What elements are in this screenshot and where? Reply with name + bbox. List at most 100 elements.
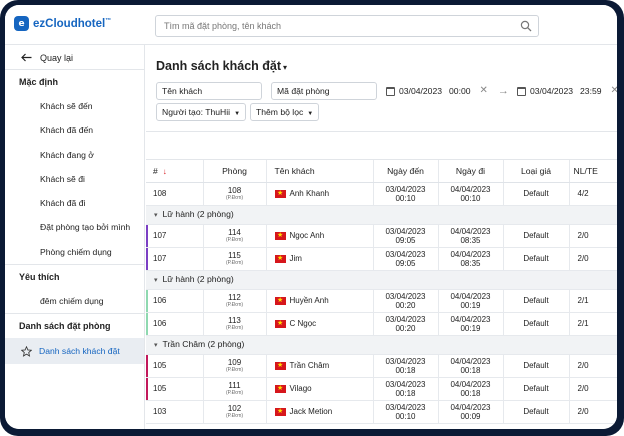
cell-departure: 04/04/2023 08:35	[438, 247, 504, 271]
cell-guest[interactable]: C Ngọc	[266, 312, 374, 336]
close-icon[interactable]: ✕	[611, 82, 617, 100]
vietnam-flag-icon	[274, 188, 286, 198]
cell-arrival: 03/04/2023 00:18	[373, 354, 439, 378]
guest-name-filter[interactable]: Tên khách	[156, 82, 262, 100]
logo[interactable]: e ezCloudhotel™	[14, 16, 111, 31]
to-time[interactable]: 23:59	[580, 82, 602, 100]
sidebar-item-label: Danh sách khách đặt	[39, 346, 120, 357]
cell-rate: Default	[503, 377, 570, 401]
top-bar: e ezCloudhotel™	[5, 5, 617, 45]
column-header-arrival[interactable]: Ngày đến	[373, 160, 439, 183]
column-header-pax[interactable]: NL/TE	[569, 160, 617, 183]
cell-departure: 04/04/2023 00:19	[438, 312, 504, 336]
cell-id: 107	[146, 224, 204, 248]
booking-code-filter[interactable]: Mã đặt phòng	[271, 82, 377, 100]
cell-guest[interactable]: Anh Khanh	[266, 182, 374, 206]
cell-pax: 4/2	[569, 182, 617, 206]
cell-room: 108 (P.Đơn)	[203, 182, 267, 206]
caret-down-icon: ▼	[234, 111, 241, 117]
cell-pax: 2/0	[569, 400, 617, 424]
table-row[interactable]: 103102(P.Đơn)Jack Metion03/04/202300:100…	[146, 400, 617, 424]
cell-pax: 2/0	[569, 224, 617, 248]
back-button[interactable]: Quay lại	[5, 46, 144, 70]
sidebar-item-departing[interactable]: Khách sẽ đi	[5, 167, 144, 191]
cell-guest[interactable]: Vilago	[266, 377, 374, 401]
cell-pax: 2/0	[569, 354, 617, 378]
group-row[interactable]: ▾ Lữ hành (2 phòng)	[146, 270, 617, 290]
sidebar-group-booking-list: Danh sách đặt phòng	[19, 321, 111, 332]
cell-pax: 2/0	[569, 377, 617, 401]
sidebar-item-occupied-nights[interactable]: đêm chiếm dụng	[5, 289, 144, 313]
chevron-down-icon[interactable]: ▾	[154, 277, 158, 284]
cell-pax: 2/1	[569, 289, 617, 313]
from-datetime[interactable]: 03/04/2023 00:00 ✕ →	[386, 82, 509, 100]
back-label: Quay lại	[40, 52, 74, 63]
search-box[interactable]	[155, 15, 539, 37]
cell-rate: Default	[503, 224, 570, 248]
table-row[interactable]: 106112(P.Đơn)Huyền Anh03/04/202300:2004/…	[146, 289, 617, 313]
cell-guest[interactable]: Jack Metion	[266, 400, 374, 424]
vietnam-flag-icon	[274, 383, 286, 393]
booking-table: # ↓ Phòng Tên khách Ngày đến Ngày đi Loại…	[146, 160, 617, 424]
vietnam-flag-icon	[274, 253, 286, 263]
cell-guest[interactable]: Huyền Anh	[266, 289, 374, 313]
table-row[interactable]: 107114(P.Đơn)Ngọc Anh03/04/202309:0504/0…	[146, 224, 617, 248]
table-row[interactable]: 107115(P.Đơn)Jim03/04/202309:0504/04/202…	[146, 247, 617, 271]
cell-rate: Default	[503, 289, 570, 313]
group-row[interactable]: ▾ Trần Châm (2 phòng)	[146, 335, 617, 355]
table-row[interactable]: 105111(P.Đơn)Vilago03/04/202300:1804/04/…	[146, 377, 617, 401]
close-icon[interactable]: ✕	[480, 82, 488, 100]
from-date[interactable]: 03/04/2023	[399, 82, 442, 100]
table-row[interactable]: 106113(P.Đơn)C Ngọc03/04/202300:2004/04/…	[146, 312, 617, 336]
cell-arrival: 03/04/2023 00:20	[373, 312, 439, 336]
sidebar-item-occupied-rooms[interactable]: Phòng chiếm dụng	[5, 240, 144, 264]
sort-down-icon[interactable]: ↓	[163, 167, 167, 176]
to-date[interactable]: 03/04/2023	[530, 82, 573, 100]
sidebar-item-departed[interactable]: Khách đã đi	[5, 191, 144, 215]
cell-guest[interactable]: Trần Châm	[266, 354, 374, 378]
arrow-left-icon	[21, 53, 32, 62]
sidebar-item-in-house[interactable]: Khách đang ở	[5, 143, 144, 167]
table-row[interactable]: 108108(P.Đơn)Anh Khanh03/04/202300:1004/…	[146, 182, 617, 206]
toolbar-spacer	[146, 131, 617, 160]
cell-arrival: 03/04/2023 00:18	[373, 377, 439, 401]
table-row[interactable]: 105109(P.Đơn)Trần Châm03/04/202300:1804/…	[146, 354, 617, 378]
cell-arrival: 03/04/2023 00:10	[373, 400, 439, 424]
cell-rate: Default	[503, 354, 570, 378]
chevron-down-icon[interactable]: ▾	[283, 63, 287, 72]
cell-id: 103	[146, 400, 204, 424]
column-header-guest[interactable]: Tên khách	[266, 160, 374, 183]
chevron-down-icon[interactable]: ▾	[154, 342, 158, 349]
cell-guest[interactable]: Ngọc Anh	[266, 224, 374, 248]
main-panel: Danh sách khách đặt ▾ Tên khách Mã đặt ph…	[146, 45, 617, 429]
star-icon[interactable]	[21, 345, 32, 357]
column-header-departure[interactable]: Ngày đi	[438, 160, 504, 183]
search-input[interactable]	[156, 16, 496, 36]
cell-arrival: 03/04/2023 09:05	[373, 224, 439, 248]
vietnam-flag-icon	[274, 295, 286, 305]
sidebar-item-my-bookings[interactable]: Đặt phòng tạo bởi mình	[5, 215, 144, 239]
column-header-id[interactable]: # ↓	[146, 160, 204, 183]
to-datetime[interactable]: 03/04/2023 23:59 ✕	[517, 82, 617, 100]
column-header-room[interactable]: Phòng	[203, 160, 267, 183]
cell-departure: 04/04/2023 00:19	[438, 289, 504, 313]
device-frame: e ezCloudhotel™ Quay lại Mặc định Khách …	[0, 0, 624, 436]
cell-arrival: 03/04/2023 09:05	[373, 247, 439, 271]
sidebar-group-default: Mặc định	[19, 77, 59, 87]
search-icon[interactable]	[520, 20, 532, 32]
group-row[interactable]: ▾ Lữ hành (2 phòng)	[146, 205, 617, 225]
cell-room: 113 (P.Đơn)	[203, 312, 267, 336]
page-title[interactable]: Danh sách khách đặt ▾	[156, 59, 287, 73]
caret-down-icon: ▼	[307, 111, 314, 117]
chevron-down-icon[interactable]: ▾	[154, 212, 158, 219]
sidebar-item-guest-list[interactable]: Danh sách khách đặt	[5, 338, 144, 365]
from-time[interactable]: 00:00	[449, 82, 471, 100]
sidebar-item-arrived[interactable]: Khách đã đến	[5, 118, 144, 142]
cell-guest[interactable]: Jim	[266, 247, 374, 271]
sidebar-item-arriving[interactable]: Khách sẽ đến	[5, 94, 144, 118]
column-header-rate[interactable]: Loại giá	[503, 160, 570, 183]
logo-text: ezCloudhotel™	[33, 17, 112, 30]
creator-filter[interactable]: Người tạo: ThuHii ▼	[156, 103, 247, 121]
add-filter-button[interactable]: Thêm bộ lọc ▼	[250, 103, 320, 121]
cell-room: 115 (P.Đơn)	[203, 247, 267, 271]
